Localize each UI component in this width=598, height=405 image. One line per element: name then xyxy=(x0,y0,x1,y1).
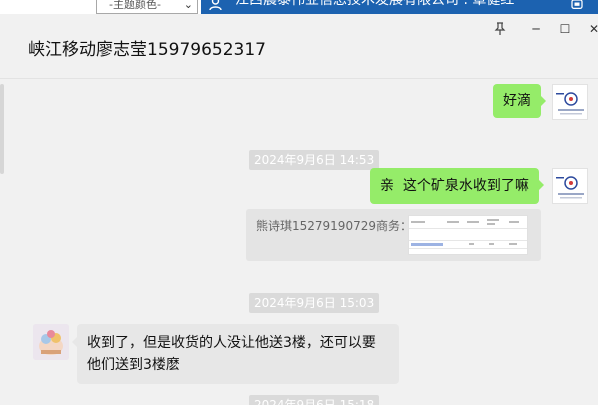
separator-dot: . xyxy=(459,0,473,8)
theme-select-value: -主题颜色- xyxy=(109,0,161,11)
close-button[interactable]: ✕ xyxy=(585,20,598,38)
company-logo-avatar xyxy=(553,169,587,203)
avatar[interactable] xyxy=(552,168,588,204)
contact-title: 峡江移动廖志莹15979652317 xyxy=(28,40,266,60)
company-name-text: 江西晨泰伟业信息技术发展有限公司 xyxy=(235,0,459,8)
received-message-bubble[interactable]: 收到了，但是收货的人没让他送3楼，还可以要他们送到3楼麽 xyxy=(72,324,399,384)
sent-message-bubble[interactable]: 亲 这个矿泉水收到了嘛 xyxy=(370,168,544,204)
chevron-down-icon: ⌄ xyxy=(183,0,193,11)
user-icon xyxy=(209,0,222,11)
message-list[interactable]: 好滴 2024年9月6日 14:53 亲 这个矿泉水收到了嘛 熊诗琪152791… xyxy=(0,79,598,405)
message-timestamp: 2024年9月6日 14:53 xyxy=(249,150,380,170)
quoted-image-thumbnail[interactable] xyxy=(408,215,528,255)
exit-icon[interactable] xyxy=(570,0,584,10)
quoted-message[interactable]: 熊诗琪15279190729商务： xyxy=(246,209,541,261)
avatar[interactable] xyxy=(552,84,588,120)
screenshot-root: -主题颜色- ⌄ 江西晨泰伟业信息技术发展有限公司 . 章健红 峡江移动廖志莹1… xyxy=(0,0,598,405)
message-text: 亲 这个矿泉水收到了嘛 xyxy=(380,178,529,194)
avatar[interactable] xyxy=(33,324,69,360)
company-logo-avatar xyxy=(553,85,587,119)
chat-title-bar: 峡江移动廖志莹15979652317 ─ ☐ ✕ xyxy=(0,14,598,78)
pin-icon[interactable] xyxy=(491,20,509,38)
background-app-strip: -主题颜色- ⌄ 江西晨泰伟业信息技术发展有限公司 . 章健红 xyxy=(0,0,598,14)
user-name: 章健红 xyxy=(472,0,515,8)
quote-sender-label: 熊诗琪15279190729商务： xyxy=(256,219,412,233)
sent-message-bubble[interactable]: 好滴 xyxy=(493,84,546,118)
contact-avatar-image xyxy=(33,324,69,360)
theme-color-select[interactable]: -主题颜色- ⌄ xyxy=(96,0,198,14)
company-bar: 江西晨泰伟业信息技术发展有限公司 . 章健红 xyxy=(201,0,598,14)
minimize-button[interactable]: ─ xyxy=(527,20,545,38)
message-text: 收到了，但是收货的人没让他送3楼，还可以要他们送到3楼麽 xyxy=(87,335,376,373)
chat-window: 峡江移动廖志莹15979652317 ─ ☐ ✕ 好滴 2024年9月6日 14… xyxy=(0,14,598,405)
message-text: 好滴 xyxy=(503,93,531,109)
message-timestamp: 2024年9月6日 15:03 xyxy=(249,293,380,313)
company-name: 江西晨泰伟业信息技术发展有限公司 . 章健红 xyxy=(235,0,514,7)
maximize-button[interactable]: ☐ xyxy=(556,20,574,38)
message-timestamp: 2024年9月6日 15:18 xyxy=(249,395,380,405)
